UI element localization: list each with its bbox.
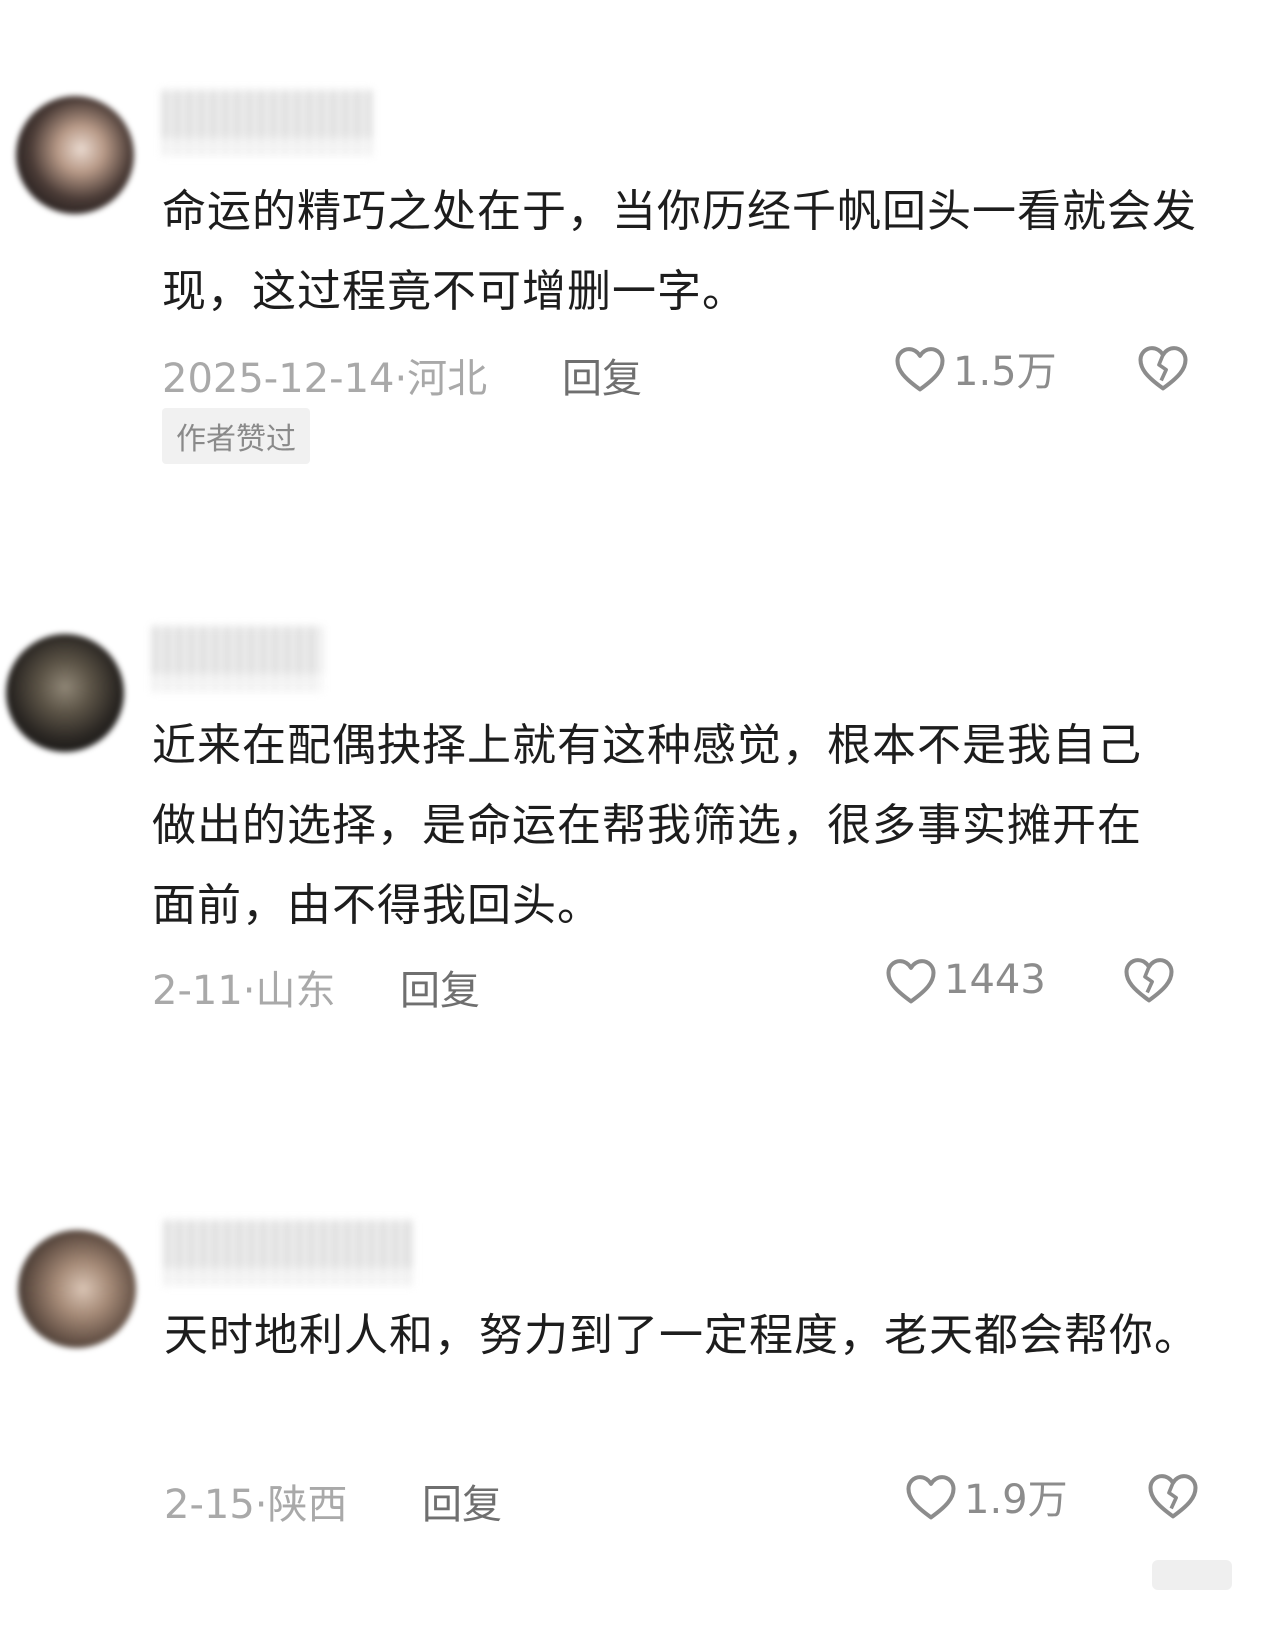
broken-heart-icon[interactable] xyxy=(1122,954,1176,1004)
reply-button[interactable]: 回复 xyxy=(562,346,642,404)
username-blurred[interactable] xyxy=(162,90,372,156)
heart-outline-icon xyxy=(904,1471,958,1521)
comment-date-location: 2-15·陕西 xyxy=(164,1482,348,1528)
avatar[interactable] xyxy=(6,634,124,752)
avatar[interactable] xyxy=(18,1230,136,1348)
like-count: 1.9万 xyxy=(964,1477,1068,1523)
like-button[interactable]: 1443 xyxy=(884,950,1046,1010)
comment-date-location: 2025-12-14·河北 xyxy=(162,356,488,402)
reply-button[interactable]: 回复 xyxy=(400,958,480,1016)
like-count: 1443 xyxy=(944,957,1046,1003)
comment-text: 近来在配偶抉择上就有这种感觉，根本不是我自己做出的选择，是命运在帮我筛选，很多事… xyxy=(152,720,1142,931)
author-liked-badge: 作者赞过 xyxy=(162,408,310,464)
like-button[interactable]: 1.5万 xyxy=(893,338,1057,398)
broken-heart-icon[interactable] xyxy=(1146,1470,1200,1520)
comment-text: 天时地利人和，努力到了一定程度，老天都会帮你。 xyxy=(164,1310,1199,1361)
like-count: 1.5万 xyxy=(953,349,1057,395)
avatar[interactable] xyxy=(16,96,134,214)
watermark xyxy=(1152,1560,1232,1590)
comment-date-location: 2-11·山东 xyxy=(152,968,336,1014)
reply-button[interactable]: 回复 xyxy=(422,1472,502,1530)
username-blurred[interactable] xyxy=(164,1220,414,1286)
username-blurred[interactable] xyxy=(152,626,322,692)
heart-outline-icon xyxy=(884,955,938,1005)
comment-text: 命运的精巧之处在于，当你历经千帆回头一看就会发现，这过程竟不可增删一字。 xyxy=(162,186,1197,317)
heart-outline-icon xyxy=(893,343,947,393)
broken-heart-icon[interactable] xyxy=(1136,342,1190,392)
like-button[interactable]: 1.9万 xyxy=(904,1466,1068,1526)
